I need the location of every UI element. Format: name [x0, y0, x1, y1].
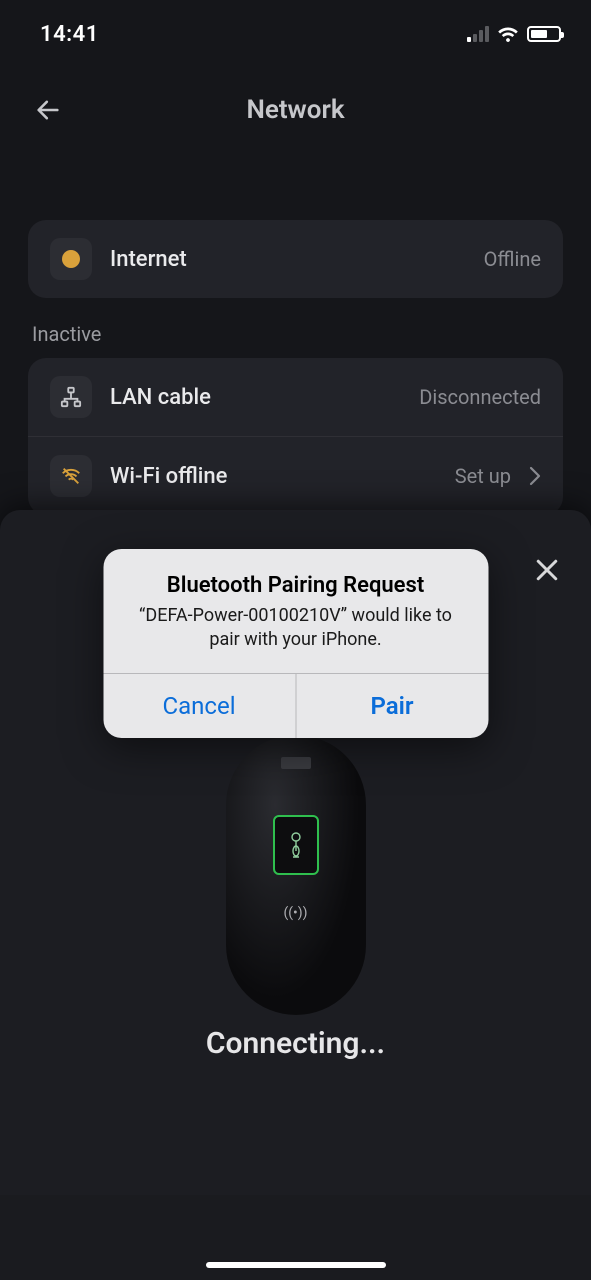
internet-card: Internet Offline	[28, 220, 563, 298]
cancel-button[interactable]: Cancel	[103, 674, 295, 738]
device-image: ((•))	[226, 735, 366, 1015]
status-icons	[467, 26, 561, 42]
wifi-label: Wi-Fi offline	[110, 464, 437, 489]
home-indicator[interactable]	[206, 1262, 386, 1268]
connecting-status: Connecting...	[0, 1026, 591, 1061]
inactive-section-label: Inactive	[32, 322, 559, 346]
status-indicator-icon	[50, 238, 92, 280]
chevron-right-icon	[529, 466, 541, 486]
lan-icon	[50, 376, 92, 418]
bluetooth-pairing-dialog: Bluetooth Pairing Request “DEFA-Power-00…	[103, 549, 488, 738]
cellular-signal-icon	[467, 26, 489, 42]
lan-label: LAN cable	[110, 385, 401, 410]
page-title: Network	[246, 95, 344, 125]
device-screen	[273, 815, 319, 875]
lan-row[interactable]: LAN cable Disconnected	[28, 358, 563, 436]
header: Network	[0, 60, 591, 160]
lan-status: Disconnected	[419, 385, 541, 409]
wifi-status: Set up	[455, 464, 511, 488]
inactive-card: LAN cable Disconnected Wi-Fi offline Set…	[28, 358, 563, 515]
close-icon	[532, 555, 562, 585]
alert-message: “DEFA-Power-00100210V” would like to pai…	[123, 604, 468, 653]
arrow-left-icon	[34, 96, 62, 124]
content: Internet Offline Inactive LAN cable Disc…	[0, 160, 591, 515]
battery-icon	[527, 26, 561, 42]
internet-row[interactable]: Internet Offline	[28, 220, 563, 298]
nfc-icon: ((•))	[283, 905, 307, 921]
back-button[interactable]	[28, 90, 68, 130]
internet-label: Internet	[110, 247, 466, 272]
wifi-icon	[497, 26, 519, 42]
wifi-row[interactable]: Wi-Fi offline Set up	[28, 436, 563, 515]
close-button[interactable]	[523, 546, 571, 594]
internet-status: Offline	[484, 247, 541, 271]
wifi-offline-icon	[50, 455, 92, 497]
alert-title: Bluetooth Pairing Request	[123, 573, 468, 598]
pair-button[interactable]: Pair	[295, 674, 488, 738]
status-bar: 14:41	[0, 0, 591, 60]
status-time: 14:41	[40, 22, 99, 47]
